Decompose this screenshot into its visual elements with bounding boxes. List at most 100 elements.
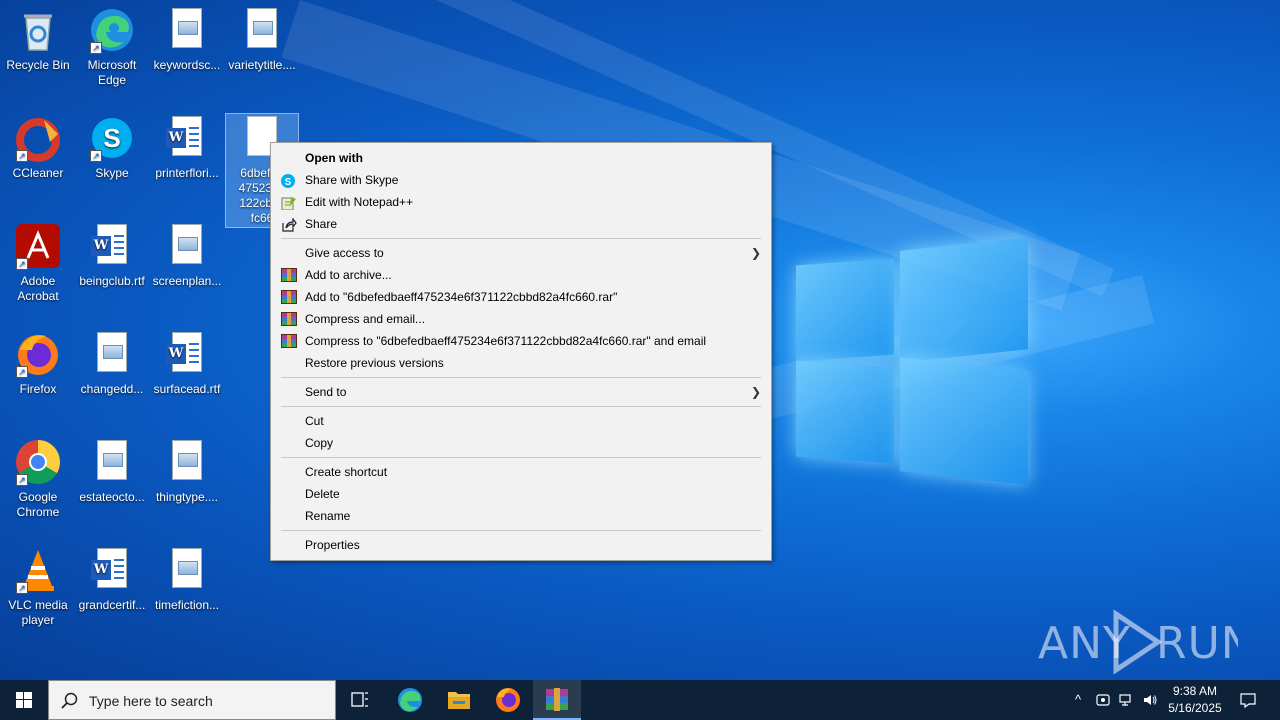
volume-icon[interactable] bbox=[1142, 692, 1158, 708]
shortcut-arrow-icon: ↗ bbox=[16, 474, 28, 486]
desktop-icon-adobe-acrobat[interactable]: ↗ Adobe Acrobat bbox=[0, 222, 76, 304]
menu-item-add-to-archive[interactable]: Add to archive... bbox=[271, 264, 771, 286]
start-button[interactable] bbox=[0, 680, 48, 720]
desktop-icon-surfacead[interactable]: W surfacead.rtf bbox=[149, 330, 225, 397]
desktop-icon-google-chrome[interactable]: ↗ Google Chrome bbox=[0, 438, 76, 520]
taskbar-file-explorer-button[interactable] bbox=[435, 680, 483, 720]
skype-icon: S bbox=[281, 173, 297, 188]
winrar-icon bbox=[546, 688, 568, 711]
chevron-up-icon[interactable]: ^ bbox=[1070, 692, 1086, 708]
desktop-icon-keywordsc[interactable]: keywordsc... bbox=[149, 6, 225, 73]
menu-item-send-to[interactable]: Send to ❯ bbox=[271, 381, 771, 403]
menu-item-give-access-to[interactable]: Give access to ❯ bbox=[271, 242, 771, 264]
context-menu: Open with S Share with Skype Edit with N… bbox=[270, 142, 772, 561]
winrar-icon bbox=[281, 334, 297, 348]
menu-item-share[interactable]: Share bbox=[271, 213, 771, 235]
skype-icon: S ↗ bbox=[88, 114, 136, 162]
menu-item-share-with-skype[interactable]: S Share with Skype bbox=[271, 169, 771, 191]
desktop-icon-skype[interactable]: S ↗ Skype bbox=[74, 114, 150, 181]
edge-icon: ↗ bbox=[88, 6, 136, 54]
menu-item-properties[interactable]: Properties bbox=[271, 534, 771, 556]
taskbar-search-box[interactable]: Type here to search bbox=[48, 680, 336, 720]
ccleaner-icon: ↗ bbox=[14, 114, 62, 162]
task-view-button[interactable] bbox=[336, 680, 384, 720]
word-document-icon: W bbox=[88, 222, 136, 270]
word-document-icon: W bbox=[163, 114, 211, 162]
chrome-icon: ↗ bbox=[14, 438, 62, 486]
desktop-icon-printerflori[interactable]: W printerflori... bbox=[149, 114, 225, 181]
image-file-icon bbox=[163, 438, 211, 486]
taskbar-edge-button[interactable] bbox=[386, 680, 434, 720]
menu-item-create-shortcut[interactable]: Create shortcut bbox=[271, 461, 771, 483]
taskbar-firefox-button[interactable] bbox=[484, 680, 532, 720]
desktop-icon-vlc[interactable]: ↗ VLC media player bbox=[0, 546, 76, 628]
image-file-icon bbox=[88, 330, 136, 378]
menu-separator bbox=[281, 406, 761, 407]
menu-separator bbox=[281, 457, 761, 458]
menu-item-compress-and-email[interactable]: Compress and email... bbox=[271, 308, 771, 330]
menu-item-edit-with-notepad-plus-plus[interactable]: Edit with Notepad++ bbox=[271, 191, 771, 213]
menu-item-copy[interactable]: Copy bbox=[271, 432, 771, 454]
taskbar-winrar-button[interactable] bbox=[533, 680, 581, 720]
clock-time: 9:38 AM bbox=[1172, 684, 1218, 698]
search-icon bbox=[61, 692, 79, 710]
taskbar-clock[interactable]: 9:38 AM 5/16/2025 bbox=[1162, 683, 1228, 717]
desktop-icon-beingclub[interactable]: W beingclub.rtf bbox=[74, 222, 150, 289]
menu-separator bbox=[281, 377, 761, 378]
desktop-icon-recycle-bin[interactable]: Recycle Bin bbox=[0, 6, 76, 73]
menu-item-cut[interactable]: Cut bbox=[271, 410, 771, 432]
desktop-icon-grandcertif[interactable]: W grandcertif... bbox=[74, 546, 150, 613]
menu-separator bbox=[281, 238, 761, 239]
menu-item-rename[interactable]: Rename bbox=[271, 505, 771, 527]
windows-start-icon bbox=[16, 692, 32, 708]
menu-item-restore-previous-versions[interactable]: Restore previous versions bbox=[271, 352, 771, 374]
image-file-icon bbox=[163, 222, 211, 270]
shortcut-arrow-icon: ↗ bbox=[90, 42, 102, 54]
adobe-acrobat-icon: ↗ bbox=[14, 222, 62, 270]
notification-center-icon[interactable] bbox=[1239, 692, 1256, 709]
desktop-icon-changedd[interactable]: changedd... bbox=[74, 330, 150, 397]
desktop-icon-thingtype[interactable]: thingtype.... bbox=[149, 438, 225, 505]
desktop-icon-firefox[interactable]: ↗ Firefox bbox=[0, 330, 76, 397]
notepad-plus-plus-icon bbox=[281, 195, 297, 211]
shortcut-arrow-icon: ↗ bbox=[16, 150, 28, 162]
search-placeholder: Type here to search bbox=[89, 693, 213, 709]
word-document-icon: W bbox=[163, 330, 211, 378]
winrar-icon bbox=[281, 268, 297, 282]
desktop-icon-microsoft-edge[interactable]: ↗ Microsoft Edge bbox=[74, 6, 150, 88]
desktop-icon-ccleaner[interactable]: ↗ CCleaner bbox=[0, 114, 76, 181]
menu-item-delete[interactable]: Delete bbox=[271, 483, 771, 505]
menu-item-add-to-rar[interactable]: Add to "6dbefedbaeff475234e6f371122cbbd8… bbox=[271, 286, 771, 308]
image-file-icon bbox=[238, 6, 286, 54]
edge-icon bbox=[398, 688, 422, 712]
shortcut-arrow-icon: ↗ bbox=[16, 582, 28, 594]
meet-now-icon[interactable] bbox=[1095, 692, 1111, 708]
firefox-icon bbox=[496, 688, 520, 712]
desktop-icon-varietytitle[interactable]: varietytitle.... bbox=[224, 6, 300, 73]
chevron-right-icon: ❯ bbox=[750, 246, 761, 260]
desktop-icon-timefiction[interactable]: timefiction... bbox=[149, 546, 225, 613]
winrar-icon bbox=[281, 312, 297, 326]
recycle-bin-icon bbox=[14, 6, 62, 54]
menu-item-open-with[interactable]: Open with bbox=[271, 147, 771, 169]
image-file-icon bbox=[88, 438, 136, 486]
shortcut-arrow-icon: ↗ bbox=[16, 258, 28, 270]
folder-icon bbox=[448, 692, 470, 709]
share-icon bbox=[281, 217, 297, 232]
menu-item-compress-to-rar-and-email[interactable]: Compress to "6dbefedbaeff475234e6f371122… bbox=[271, 330, 771, 352]
word-document-icon: W bbox=[88, 546, 136, 594]
svg-text:S: S bbox=[103, 123, 120, 153]
firefox-icon: ↗ bbox=[14, 330, 62, 378]
desktop-icon-screenplan[interactable]: screenplan... bbox=[149, 222, 225, 289]
shortcut-arrow-icon: ↗ bbox=[16, 366, 28, 378]
anyrun-watermark: ANY RUN bbox=[1038, 608, 1254, 675]
winrar-icon bbox=[281, 290, 297, 304]
network-icon[interactable] bbox=[1118, 692, 1134, 708]
shortcut-arrow-icon: ↗ bbox=[90, 150, 102, 162]
desktop-icon-estateocto[interactable]: estateocto... bbox=[74, 438, 150, 505]
vlc-icon: ↗ bbox=[14, 546, 62, 594]
image-file-icon bbox=[163, 546, 211, 594]
svg-text:S: S bbox=[285, 177, 292, 188]
windows-logo-wallpaper bbox=[796, 237, 1028, 485]
chevron-right-icon: ❯ bbox=[750, 385, 761, 399]
